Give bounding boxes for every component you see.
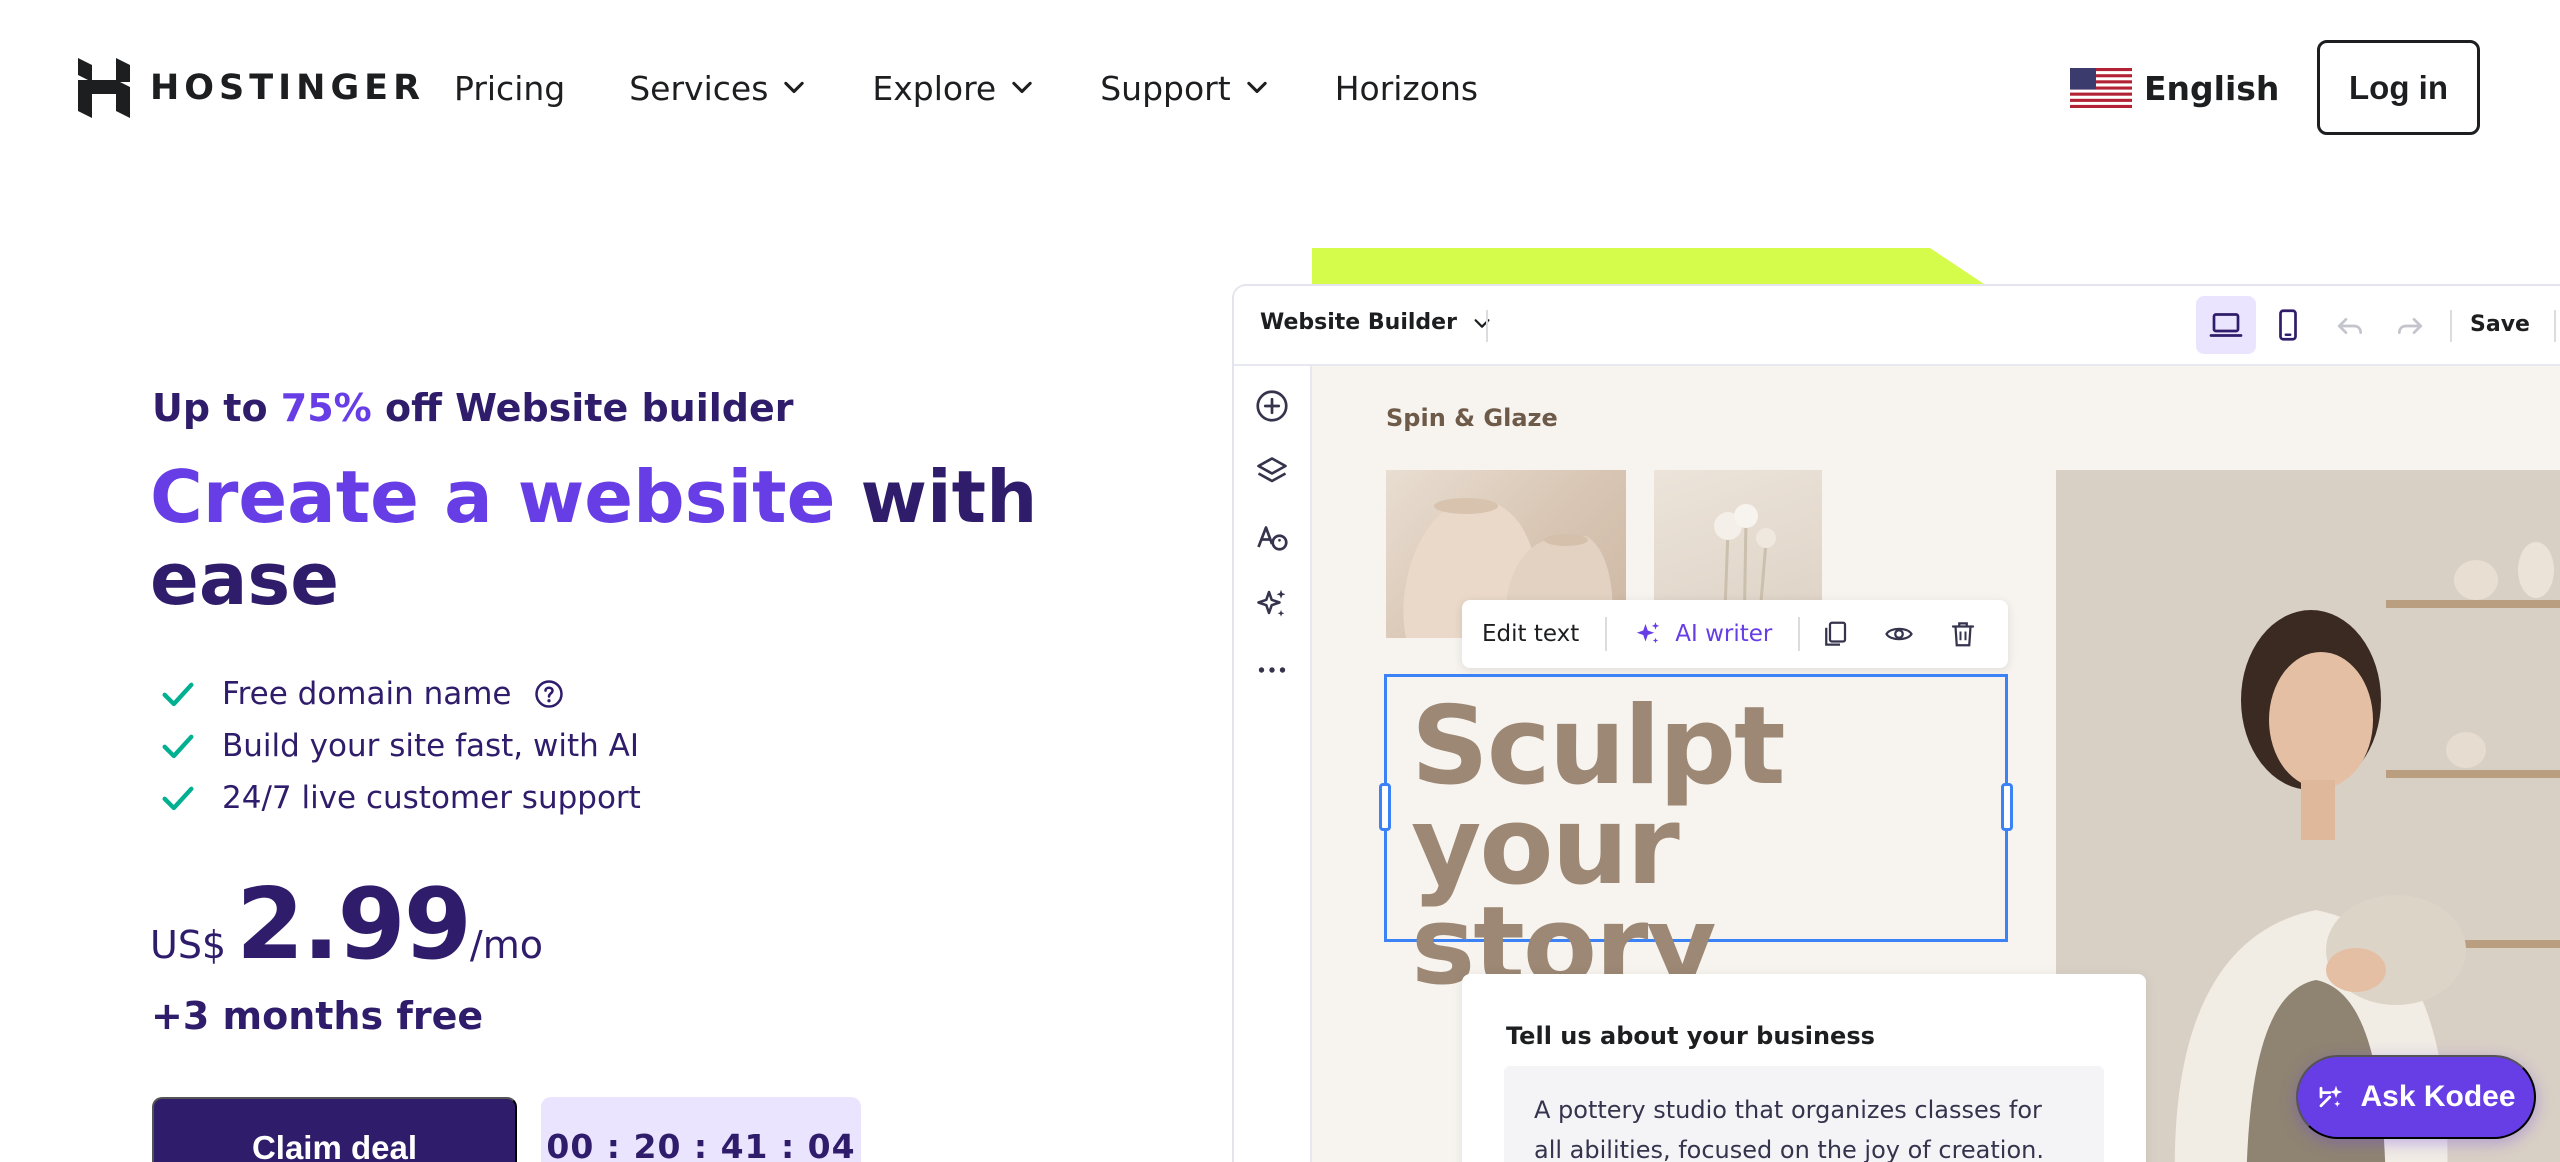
check-icon — [162, 786, 194, 811]
nav-label: Horizons — [1334, 68, 1479, 108]
smartphone-icon — [2279, 309, 2297, 341]
countdown-timer: 00 : 20 : 41 : 04 — [541, 1097, 861, 1162]
price-currency: US$ — [150, 923, 227, 967]
ai-writer-label: AI writer — [1675, 621, 1773, 647]
builder-menu[interactable]: Website Builder — [1260, 310, 1493, 335]
bonus-text: +3 months free — [151, 994, 484, 1038]
resize-handle-left[interactable] — [1379, 783, 1391, 831]
business-prompt-title: Tell us about your business — [1506, 1022, 1875, 1050]
price-period: /mo — [469, 923, 543, 967]
claim-deal-button[interactable]: Claim deal — [152, 1097, 517, 1162]
ai-writer-button[interactable]: AI writer — [1633, 619, 1772, 649]
business-prompt-card: Tell us about your business A pottery st… — [1462, 974, 2146, 1162]
add-element-icon[interactable] — [1254, 388, 1290, 424]
toolbar-divider — [1486, 310, 1488, 342]
duplicate-icon[interactable] — [1820, 619, 1850, 649]
check-icon — [162, 734, 194, 759]
layers-icon[interactable] — [1254, 454, 1290, 490]
save-button[interactable]: Save — [2470, 312, 2530, 337]
check-icon — [162, 682, 194, 707]
hero-heading-line: Sculpt — [1411, 684, 1786, 809]
hero-headline: Create a website with ease — [150, 456, 1050, 620]
site-header: HOSTINGER Pricing Services Explore Suppo… — [0, 0, 2560, 176]
styles-palette-icon[interactable] — [1254, 520, 1290, 556]
promo-text: Up to 75% off Website builder — [152, 386, 793, 430]
language-selector[interactable]: English — [2070, 66, 2279, 110]
chevron-down-icon — [1012, 81, 1032, 94]
nav-item-pricing[interactable]: Pricing — [454, 69, 565, 108]
ask-kodee-button[interactable]: Ask Kodee — [2296, 1055, 2536, 1139]
nav-label: Services — [629, 68, 769, 108]
business-description-field[interactable]: A pottery studio that organizes classes … — [1504, 1066, 2104, 1162]
language-label: English — [2144, 68, 2280, 108]
decorative-accent-bar — [1312, 248, 1984, 284]
promo-suffix: off Website builder — [371, 386, 794, 430]
us-flag-icon — [2070, 68, 2132, 108]
headline-accent: Create a website — [150, 455, 836, 539]
feature-list: Free domain name Build your site fast, w… — [158, 668, 641, 824]
toolbar-divider — [1798, 617, 1801, 651]
builder-toolbar: Website Builder Save — [1234, 286, 2560, 366]
nav-label: Explore — [872, 68, 997, 108]
laptop-icon — [2209, 313, 2243, 337]
builder-canvas: Spin & Glaze Edit text AI writer Sculpt … — [1312, 366, 2560, 1162]
hostinger-logo[interactable]: HOSTINGER — [78, 58, 425, 118]
selected-text-block[interactable]: Sculpt your story — [1379, 674, 2013, 1001]
more-options-icon[interactable] — [1254, 652, 1290, 688]
undo-icon[interactable] — [2334, 310, 2366, 342]
hero-heading-line: your story — [1411, 784, 1717, 1009]
kodee-assistant-icon — [2320, 1085, 2343, 1108]
help-circle-icon[interactable] — [534, 679, 564, 709]
edit-text-button[interactable]: Edit text — [1482, 621, 1579, 647]
login-button[interactable]: Log in — [2317, 40, 2480, 135]
feature-item: 24/7 live customer support — [158, 772, 641, 824]
nav-label: Support — [1100, 68, 1231, 108]
chevron-down-icon — [1247, 81, 1267, 94]
builder-sidebar — [1234, 366, 1312, 1162]
feature-item: Build your site fast, with AI — [158, 720, 641, 772]
brand-name: HOSTINGER — [150, 68, 426, 108]
nav-item-horizons[interactable]: Horizons — [1335, 69, 1478, 108]
main-nav: Pricing Services Explore Support Horizon… — [454, 62, 1542, 114]
delete-trash-icon[interactable] — [1948, 619, 1978, 649]
mobile-view-button[interactable] — [2258, 296, 2318, 354]
site-name: Spin & Glaze — [1386, 404, 1558, 432]
ask-kodee-label: Ask Kodee — [2360, 1080, 2516, 1113]
builder-title: Website Builder — [1260, 310, 1457, 335]
price-amount: 2.99 — [236, 868, 472, 982]
toolbar-divider — [2554, 310, 2556, 342]
hostinger-logo-icon — [78, 58, 130, 118]
nav-item-services[interactable]: Services — [629, 69, 808, 108]
text-edit-toolbar: Edit text AI writer — [1462, 600, 2008, 668]
chevron-down-icon — [1474, 318, 1490, 328]
promo-percent: 75% — [280, 386, 372, 430]
feature-item: Free domain name — [158, 668, 641, 720]
redo-icon[interactable] — [2394, 310, 2426, 342]
chevron-down-icon — [784, 81, 805, 94]
feature-text: 24/7 live customer support — [222, 780, 641, 816]
ai-sparkles-icon[interactable] — [1254, 586, 1290, 622]
website-builder-preview: Website Builder Save Spin & Glaze Edit t… — [1232, 284, 2560, 1162]
price: US$ 2.99 /mo — [150, 868, 543, 982]
nav-label: Pricing — [454, 68, 566, 108]
nav-item-explore[interactable]: Explore — [872, 69, 1036, 108]
promo-prefix: Up to — [152, 386, 281, 430]
feature-text: Free domain name — [222, 676, 512, 712]
desktop-view-button[interactable] — [2196, 296, 2256, 354]
site-hero-heading[interactable]: Sculpt your story — [1411, 684, 2005, 1009]
toolbar-divider — [1605, 617, 1608, 651]
ai-sparkles-icon — [1637, 622, 1660, 644]
toolbar-divider — [2450, 310, 2452, 342]
visibility-eye-icon[interactable] — [1884, 619, 1914, 649]
feature-text: Build your site fast, with AI — [222, 728, 639, 764]
nav-item-support[interactable]: Support — [1100, 69, 1270, 108]
